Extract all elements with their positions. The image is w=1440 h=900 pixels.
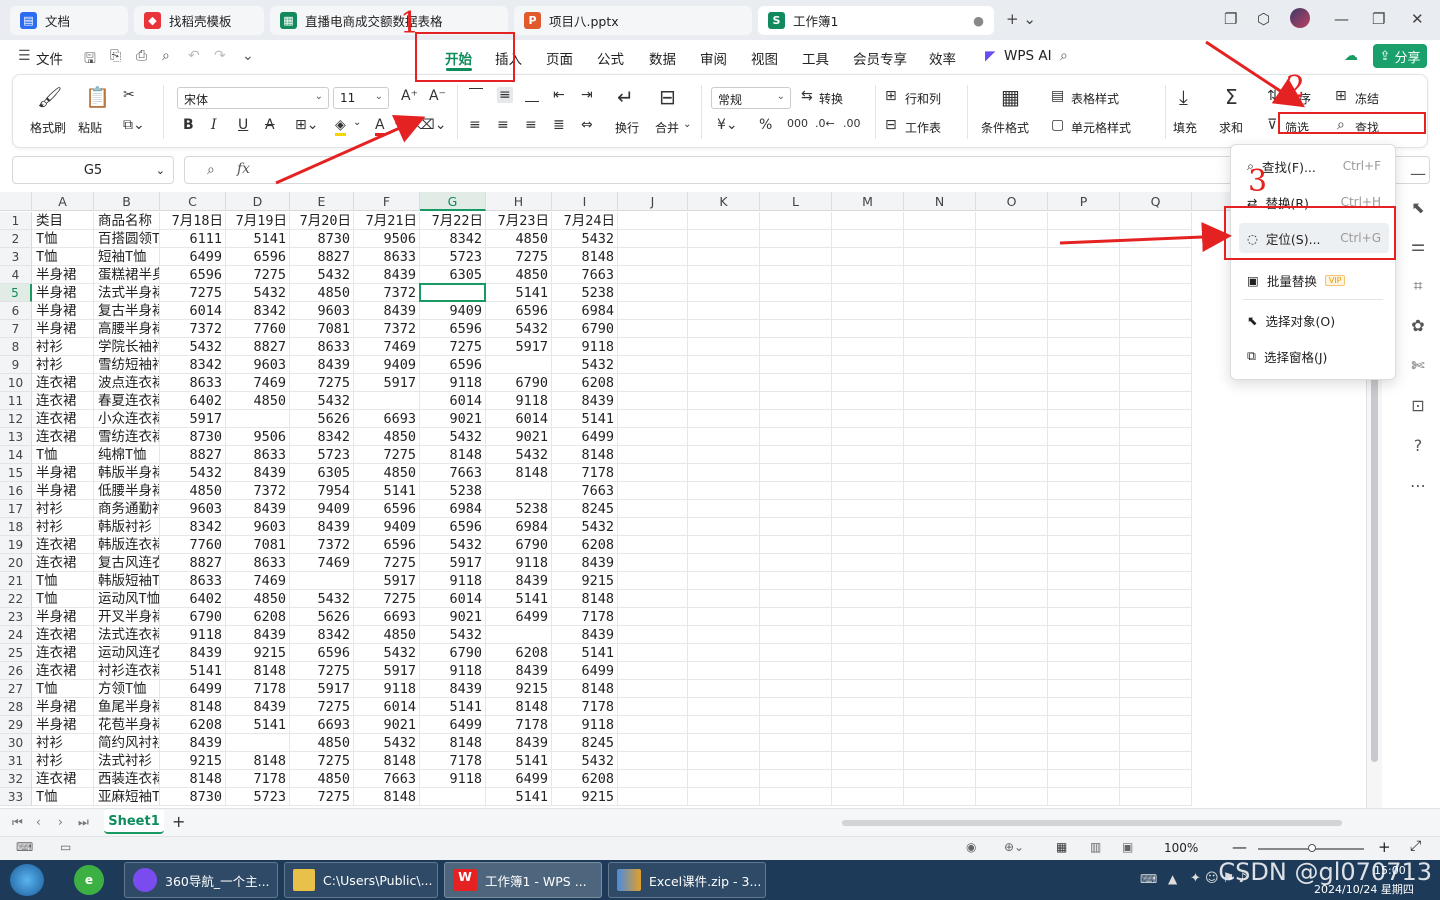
browser-360-icon[interactable]: e bbox=[74, 865, 104, 895]
annotation-arrows bbox=[275, 40, 1306, 252]
start-button[interactable] bbox=[10, 864, 44, 896]
taskbar-item-explorer[interactable]: C:\Users\Public\... bbox=[284, 862, 438, 898]
taskbar-label: C:\Users\Public\... bbox=[323, 872, 433, 888]
arrow-to-locate bbox=[1059, 222, 1232, 252]
zip-icon bbox=[617, 869, 641, 891]
taskbar-label: 工作簿1 - WPS ... bbox=[485, 873, 587, 889]
ai-browser-icon bbox=[133, 868, 157, 892]
tray-expand-icon[interactable]: ▲ bbox=[1168, 872, 1177, 886]
taskbar-label: 360导航_一个主... bbox=[165, 873, 270, 889]
taskbar-label: Excel课件.zip - 3... bbox=[649, 873, 762, 889]
keyboard-icon[interactable]: ⌨ bbox=[1140, 872, 1157, 886]
taskbar-item-zip[interactable]: Excel课件.zip - 3... bbox=[608, 862, 766, 898]
taskbar-item-wps[interactable]: W 工作簿1 - WPS ... bbox=[444, 862, 602, 898]
watermark: CSDN @gl070713 bbox=[1218, 858, 1432, 886]
arrow-to-find bbox=[1205, 40, 1306, 108]
folder-icon bbox=[293, 869, 315, 891]
wps-icon: W bbox=[453, 869, 477, 891]
arrow-to-eraser bbox=[275, 115, 426, 185]
taskbar-item-360[interactable]: 360导航_一个主... bbox=[124, 862, 278, 898]
